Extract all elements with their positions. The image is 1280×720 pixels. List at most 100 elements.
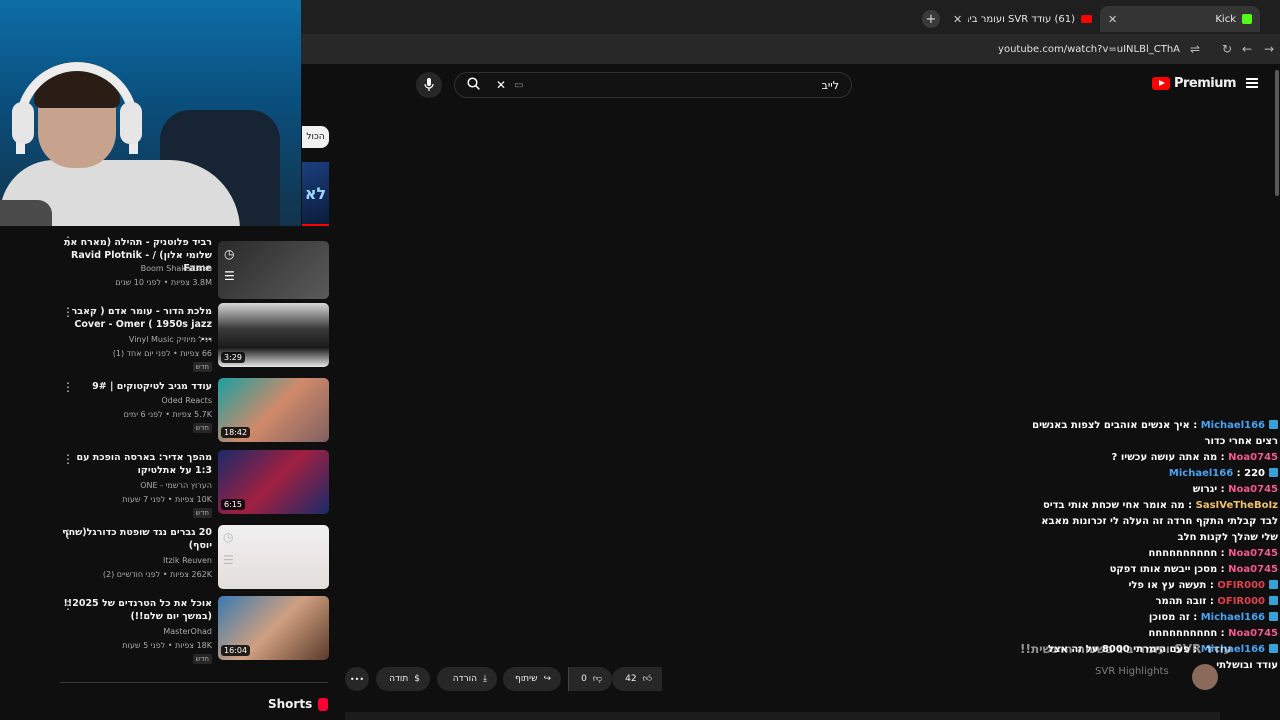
video-stats: 18K צפיות • לפני 5 שעות (122, 641, 212, 650)
tab-youtube[interactable]: (61) עודד SVR ועומר ביג בשיחה ✕ (945, 6, 1100, 32)
channel-name[interactable]: Itzik Reuven (52, 555, 212, 566)
chat-username[interactable]: Noa0745 (1228, 548, 1278, 559)
recommendation-item[interactable]: 18:42 ⋮ עודד מגיב לטיקטוקים | 9# Oded Re… (0, 378, 330, 448)
chat-message: OFIR000 : תעשה עץ או פלי (1025, 578, 1280, 594)
kick-favicon-icon (1242, 14, 1252, 24)
badge-icon (1269, 420, 1278, 429)
chat-username[interactable]: Noa0745 (1228, 484, 1278, 495)
back-icon[interactable]: ← (1242, 42, 1252, 56)
chat-text: תעשה עץ או פלי (1128, 580, 1207, 591)
video-duration: 16:04 (221, 645, 251, 656)
add-to-queue-icon[interactable]: ☰ (224, 269, 235, 283)
chat-text: מסכן ייבשת אותו דפקט (1109, 564, 1218, 575)
video-thumbnail[interactable]: 16:04 (218, 596, 329, 660)
comments-bar (345, 712, 1220, 720)
chat-username[interactable]: Noa0745 (1228, 564, 1278, 575)
voice-search-icon[interactable] (416, 72, 442, 98)
chat-username[interactable]: Noa0745 (1228, 452, 1278, 463)
more-actions-icon: ••• (349, 674, 365, 684)
chat-username[interactable]: Michael166 (1201, 612, 1265, 623)
chat-message: Noa0745 : יגרוש (1192, 484, 1278, 495)
chat-username[interactable]: SasIVeTheBoIz (1196, 500, 1278, 511)
recommendation-item[interactable]: 3:29 ⋮ מלכת הדור - עומר אדם ( קאבר Cover… (0, 303, 330, 373)
new-badge: חדש (192, 362, 212, 372)
watch-later-icon[interactable]: ◷ (224, 247, 234, 261)
channel-name[interactable]: Boom Shaka Laka (52, 263, 212, 274)
youtube-premium-logo[interactable]: Premium (1151, 76, 1237, 91)
chat-text: חחחחחחחחחח (1148, 628, 1218, 639)
keyboard-icon[interactable]: ▭ (514, 80, 523, 91)
chat-text: יגרוש (1192, 484, 1218, 495)
hamburger-menu-icon[interactable] (1246, 78, 1258, 88)
chat-text: 220 (1244, 468, 1265, 479)
chat-text: מה אתה עושה עכשיו ? (1111, 452, 1218, 463)
channel-name[interactable]: ויניל מיוזיק Vinyl Music (52, 334, 212, 345)
channel-name[interactable]: Oded Reacts (52, 395, 212, 406)
thanks-label: תודה (389, 674, 409, 684)
microphone (0, 200, 52, 226)
badge-icon (1269, 612, 1278, 621)
chat-username[interactable]: Michael166 (1201, 420, 1265, 431)
tune-icon[interactable]: ⇌ (1190, 42, 1200, 56)
channel-name[interactable]: MasterOhad (52, 626, 212, 637)
download-button[interactable]: ⤓ הורדה (437, 667, 497, 691)
video-thumbnail[interactable]: 3:29 (218, 303, 329, 367)
search-icon[interactable] (467, 76, 480, 94)
video-title[interactable]: מהפך אדיר: בארסה הופכת עם 1:3 על אתלטיקו (62, 451, 212, 477)
url-text[interactable]: youtube.com/watch?v=uINLBl_CThA (998, 44, 1180, 55)
recommendation-item[interactable]: ◷ ☰ ⋮ 20 גברים נגד שופטת כדורגל(שחף יוסף… (0, 525, 330, 595)
chat-username[interactable]: Noa0745 (1228, 628, 1278, 639)
page-scrollbar[interactable] (1275, 70, 1279, 196)
video-title[interactable]: עודד מגיב לטיקטוקים | 9# (62, 380, 212, 393)
youtube-favicon-icon (1081, 15, 1092, 23)
chat-message: SasIVeTheBoIz : מה אומר אחי שכחת אותי בד… (1041, 500, 1278, 543)
video-thumbnail[interactable]: 6:15 (218, 450, 329, 514)
chat-username[interactable]: OFIR000 (1217, 580, 1265, 591)
close-tab-icon[interactable]: ✕ (953, 13, 962, 26)
chat-message: OFIR000 : זובה תהמר (1025, 594, 1280, 610)
shorts-icon (318, 697, 329, 711)
video-title[interactable]: 20 גברים נגד שופטת כדורגל(שחף יוסף) (62, 526, 212, 552)
badge-icon (1269, 580, 1278, 589)
clear-search-icon[interactable]: ✕ (496, 78, 506, 92)
recommendation-item[interactable]: 16:04 ⋮ אוכל את כל הטרנדים של 2025!! (במ… (0, 596, 330, 666)
share-label: שיתוף (514, 674, 538, 684)
new-badge: חדש (192, 654, 212, 664)
recommendation-item[interactable]: ◷ ☰ ⋮ רביד פלוטניק - תהילה (מארח את שלומ… (0, 233, 330, 303)
premium-label: Premium (1173, 76, 1237, 91)
like-button[interactable]: 👍︎ 42 (612, 667, 662, 691)
badge-icon (1269, 596, 1278, 605)
filter-chip-all[interactable]: הכול (302, 126, 329, 148)
new-tab-icon[interactable]: + (922, 10, 940, 28)
thumbs-up-icon: 👍︎ (642, 674, 652, 684)
reload-icon[interactable]: ↻ (1222, 42, 1232, 56)
tab-kick[interactable]: Kick ✕ (1100, 6, 1260, 32)
video-stats: 66 צפיות • לפני יום אחד (1) (112, 349, 212, 358)
video-thumbnail[interactable]: 18:42 (218, 378, 329, 442)
channel-name[interactable]: הערוץ הרשמי - ONE (52, 480, 212, 491)
chat-message: Michael166 : איך אנשים אוהבים לצפות באנש… (1032, 420, 1278, 447)
close-tab-icon[interactable]: ✕ (1108, 13, 1117, 26)
partial-thumbnail[interactable]: לא (302, 162, 329, 226)
video-thumbnail[interactable]: ◷ ☰ (218, 241, 329, 299)
search-input[interactable]: לייב ▭ ✕ (454, 72, 852, 98)
chat-message: Noa0745 : חחחחחחחחחח (1148, 628, 1279, 639)
thanks-button[interactable]: $ תודה (376, 667, 430, 691)
chat-message: Michael166 : 220 (1025, 466, 1280, 482)
chat-username[interactable]: Michael166 (1169, 468, 1233, 479)
chat-message: Noa0745 : מסכן ייבשת אותו דפקט (1109, 564, 1278, 575)
video-title[interactable]: אוכל את כל הטרנדים של 2025!! (במשך יום ש… (62, 597, 212, 623)
recommendation-item[interactable]: 6:15 ⋮ מהפך אדיר: בארסה הופכת עם 1:3 על … (0, 450, 330, 520)
share-button[interactable]: ↪ שיתוף (503, 667, 561, 691)
forward-icon[interactable]: → (1264, 42, 1274, 56)
youtube-header: לייב ▭ ✕ Premium (302, 64, 1280, 108)
chat-message: Noa0745 : חחחחחחחחחח (1148, 548, 1279, 559)
watch-later-icon[interactable]: ◷ (223, 530, 233, 544)
shorts-section-header[interactable]: Shorts (268, 697, 329, 711)
video-thumbnail[interactable]: ◷ ☰ (218, 525, 329, 589)
dislike-button[interactable]: 👎︎ 0 (568, 667, 612, 691)
chat-username[interactable]: OFIR000 (1217, 596, 1265, 607)
more-actions-button[interactable]: ••• (345, 667, 369, 691)
add-to-queue-icon[interactable]: ☰ (223, 553, 234, 567)
dislike-count: 0 (581, 674, 587, 684)
